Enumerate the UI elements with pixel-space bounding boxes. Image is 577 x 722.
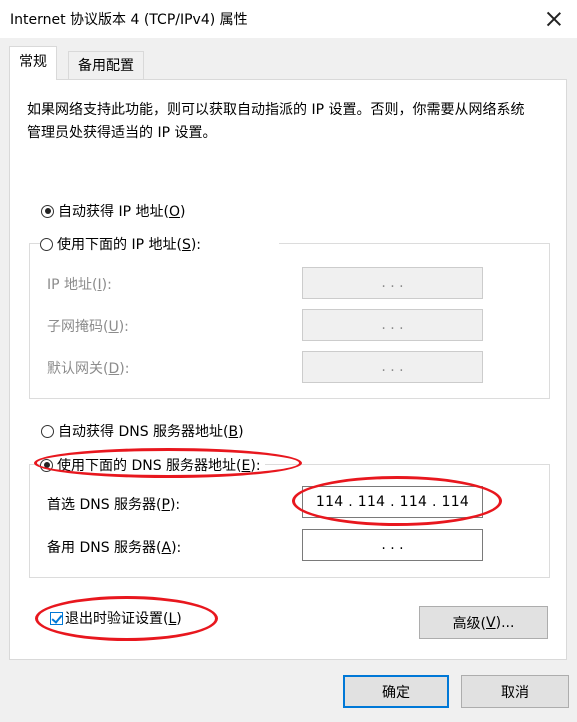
alternate-dns-field[interactable]: . . .	[302, 529, 483, 561]
preferred-dns-field[interactable]: 114 . 114 . 114 . 114	[302, 486, 483, 518]
validate-on-exit-label: 退出时验证设置(L)	[65, 611, 182, 627]
radio-manual-ip-label: 使用下面的 IP 地址(S):	[57, 237, 202, 253]
radio-selected-icon	[41, 204, 54, 218]
alternate-dns-label: 备用 DNS 服务器(A):	[47, 540, 182, 556]
description-text: 如果网络支持此功能，则可以获取自动指派的 IP 设置。否则，你需要从网络系统管理…	[27, 102, 525, 141]
radio-auto-dns[interactable]: 自动获得 DNS 服务器地址(B)	[41, 421, 244, 441]
radio-unselected-icon	[41, 424, 54, 438]
subnet-mask-label: 子网掩码(U):	[47, 319, 129, 335]
cancel-button[interactable]: 取消	[461, 675, 569, 708]
advanced-button[interactable]: 高级(V)...	[419, 606, 548, 639]
ip-address-field[interactable]: . . .	[302, 267, 483, 299]
ok-button[interactable]: 确定	[343, 675, 449, 708]
tab-alternate-config-label: 备用配置	[78, 58, 134, 74]
radio-selected-icon	[40, 458, 53, 472]
preferred-dns-label: 首选 DNS 服务器(P):	[47, 497, 181, 513]
radio-unselected-icon	[40, 237, 53, 251]
tab-general-label: 常规	[19, 54, 47, 70]
ip-address-label: IP 地址(I):	[47, 277, 112, 293]
window-title: Internet 协议版本 4 (TCP/IPv4) 属性	[10, 12, 248, 28]
close-icon[interactable]	[539, 4, 569, 34]
radio-manual-dns[interactable]: 使用下面的 DNS 服务器地址(E):	[40, 455, 265, 475]
radio-auto-ip-label: 自动获得 IP 地址(O)	[58, 204, 186, 220]
title-bar: Internet 协议版本 4 (TCP/IPv4) 属性	[0, 0, 577, 38]
radio-auto-ip[interactable]: 自动获得 IP 地址(O)	[41, 201, 185, 221]
default-gateway-field[interactable]: . . .	[302, 351, 483, 383]
checkbox-icon	[50, 611, 63, 625]
radio-manual-dns-label: 使用下面的 DNS 服务器地址(E):	[57, 458, 261, 474]
radio-auto-dns-label: 自动获得 DNS 服务器地址(B)	[58, 424, 244, 440]
radio-manual-ip[interactable]: 使用下面的 IP 地址(S):	[40, 234, 280, 254]
tab-general[interactable]: 常规	[9, 46, 57, 80]
default-gateway-label: 默认网关(D):	[47, 361, 130, 377]
validate-on-exit-checkbox[interactable]: 退出时验证设置(L)	[50, 608, 182, 628]
subnet-mask-field[interactable]: . . .	[302, 309, 483, 341]
tab-alternate-config[interactable]: 备用配置	[68, 51, 144, 79]
